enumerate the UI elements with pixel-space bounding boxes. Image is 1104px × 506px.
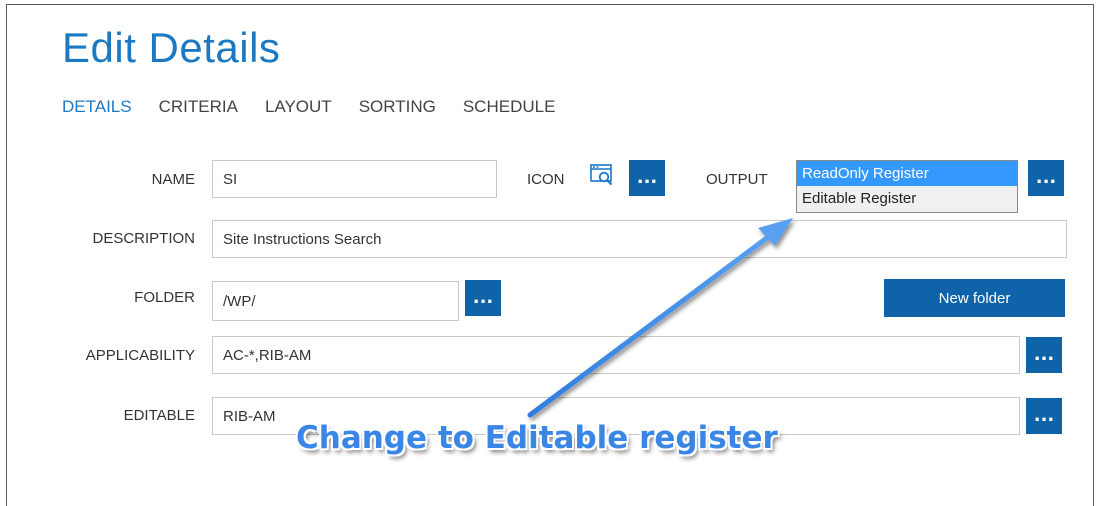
annotation-callout: Change to Editable register	[296, 420, 778, 456]
